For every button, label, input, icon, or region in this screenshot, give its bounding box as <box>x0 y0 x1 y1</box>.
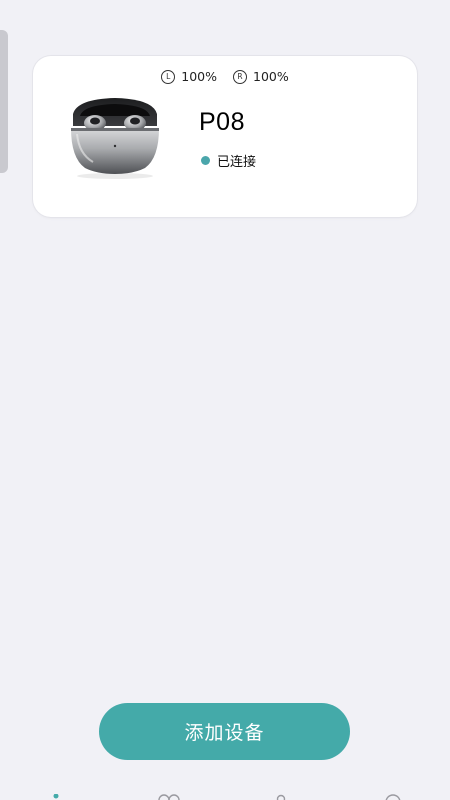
connected-dot-icon <box>201 156 210 165</box>
profile-icon[interactable] <box>272 794 290 800</box>
earbuds-case-image <box>71 98 159 179</box>
device-name: P08 <box>199 108 245 136</box>
home-icon[interactable] <box>47 794 65 800</box>
battery-status: L 100% R 100% <box>33 69 417 84</box>
devices-icon[interactable] <box>157 794 181 800</box>
connection-status-label: 已连接 <box>217 155 257 170</box>
right-battery: R 100% <box>233 69 289 84</box>
right-battery-level: 100% <box>253 69 289 84</box>
left-battery: L 100% <box>161 69 217 84</box>
side-drawer-handle[interactable] <box>0 30 8 173</box>
bottom-navigation <box>0 790 450 800</box>
left-battery-level: 100% <box>181 69 217 84</box>
connection-status: 已连接 <box>201 151 256 170</box>
right-earbud-icon: R <box>233 69 247 84</box>
add-device-button[interactable]: 添加设备 <box>99 703 350 760</box>
device-card[interactable]: L 100% R 100% P08 已连接 <box>33 56 417 217</box>
left-earbud-icon: L <box>161 69 176 84</box>
settings-icon[interactable] <box>383 794 403 800</box>
